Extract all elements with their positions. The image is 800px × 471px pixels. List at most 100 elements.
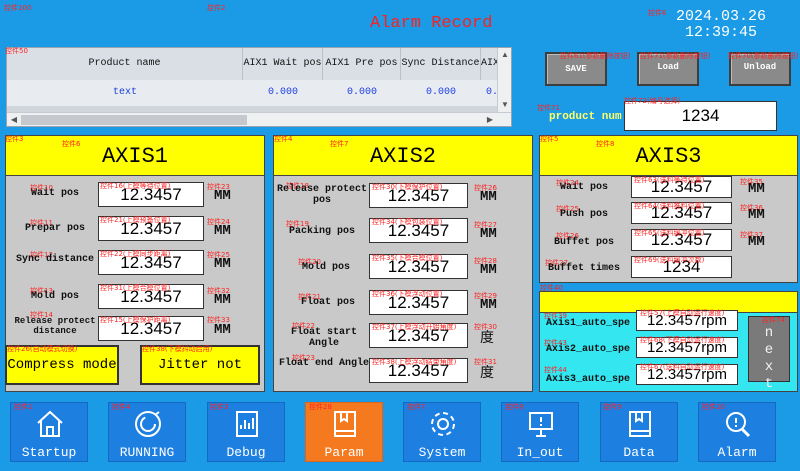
control-tag: 控件8 (505, 403, 524, 411)
nav-startup[interactable]: Startup (10, 402, 88, 462)
scroll-right-icon[interactable]: ▶ (483, 113, 497, 126)
control-tag: 控件6 (648, 9, 667, 17)
control-tag: 控件36(下模浮动位置) (372, 290, 443, 298)
book-icon (334, 411, 356, 437)
unit-label: MM (748, 234, 765, 250)
nav-label: Debug (226, 445, 266, 460)
nav-in-out[interactable]: In_out (501, 402, 579, 462)
vertical-scrollbar[interactable]: ▲ ▼ (497, 48, 511, 112)
control-tag: 控件63(送料等待位置) (634, 176, 705, 184)
home-icon (37, 410, 63, 437)
control-tag: 控件7 (330, 140, 349, 148)
float-start-angle-label: Float start Angle (290, 327, 357, 349)
wait-pos-label: Wait pos (559, 182, 608, 193)
sync-distance-label: Sync distance (15, 254, 94, 265)
nav-label: Data (623, 445, 655, 460)
column-header[interactable]: Product name (7, 48, 243, 80)
product-table[interactable]: Product name AIX1 Wait pos AIX1 Pre pos … (6, 47, 512, 127)
control-tag: 控件70(参数删除按钮) (728, 52, 799, 60)
table-row[interactable]: text 0.000 0.000 0.000 0.000 (7, 80, 511, 106)
gear-icon (431, 412, 455, 436)
control-tag: 控件67(送料自动运行速度) (640, 363, 725, 371)
product-num-label: product num (549, 111, 622, 123)
control-tag: 控件30(下模保护位置) (372, 183, 443, 191)
book-icon (629, 411, 651, 437)
table-cell: 0.000 (425, 87, 456, 98)
prepar-pos-label: Prepar pos (24, 223, 85, 234)
push-pos-label: Push pos (559, 209, 608, 220)
buffet-times-label: Buffet times (547, 263, 620, 274)
control-tag: 控件61(参数删除按钮) (560, 52, 631, 60)
float-pos-label: Float pos (300, 297, 355, 308)
control-tag: 控件16(上模等待位置) (100, 182, 171, 190)
nav-debug[interactable]: Debug (207, 402, 285, 462)
axis2-title: AXIS2 (274, 136, 532, 176)
running-icon (135, 411, 161, 437)
control-tag: 控件37(上模浮动开始角度) (372, 323, 457, 331)
date-text: 2024.03.26 (676, 8, 767, 25)
unit-label: MM (214, 223, 231, 239)
unit-label: MM (480, 226, 497, 242)
control-tag: 控件44 (544, 366, 567, 374)
control-tag: 控件4 (274, 135, 293, 143)
control-tag: 控件5 (540, 135, 559, 143)
nav-system[interactable]: System (403, 402, 481, 462)
nav-label: In_out (516, 445, 564, 460)
release-protect-pos-label: Release protect pos (276, 184, 367, 206)
control-tag: 控件22(上模同步距离) (100, 250, 171, 258)
unit-label: 度 (480, 330, 494, 346)
control-tag: 控件3 (210, 403, 229, 411)
control-tag: 控件74 (762, 316, 785, 324)
scroll-down-icon[interactable]: ▼ (498, 98, 511, 112)
nav-data[interactable]: Data (600, 402, 678, 462)
axis3-title: AXIS3 (540, 136, 797, 176)
float-end-angle-label: Float end Angle (278, 358, 369, 369)
control-tag: 控件26(自动模式切换) (7, 345, 78, 353)
wait-pos-label: Wait pos (30, 188, 79, 199)
column-header[interactable]: Sync Distance (401, 48, 481, 80)
nav-label: Alarm (717, 445, 757, 460)
control-tag: 控件40 (540, 284, 563, 292)
mold-pos-label: Mold pos (30, 291, 79, 302)
table-header: Product name AIX1 Wait pos AIX1 Pre pos … (7, 48, 511, 80)
control-tag: 控件7 (407, 403, 426, 411)
table-cell: 0.000 (267, 87, 298, 98)
control-tag: 控件57(上模自动运行速度) (640, 309, 725, 317)
page-title: Alarm Record (370, 14, 493, 33)
control-tag: 控件38(下模抖动启用) (142, 345, 213, 353)
next-button[interactable]: next (748, 316, 790, 392)
scroll-left-icon[interactable]: ◀ (7, 113, 21, 126)
time-text: 12:39:45 (685, 24, 758, 41)
table-cell: 0.000 (346, 87, 377, 98)
unit-label: MM (214, 292, 231, 308)
nav-running[interactable]: RUNNING (108, 402, 186, 462)
control-tag: 控件6 (62, 140, 81, 148)
nav-alarm[interactable]: Alarm (698, 402, 776, 462)
column-header[interactable]: AIX1 Wait pos (243, 48, 323, 80)
control-tag: 控件72(编号选择) (624, 97, 681, 105)
nav-label: System (418, 445, 466, 460)
product-num-field[interactable]: 1234 (624, 101, 777, 131)
unit-label: MM (214, 322, 231, 338)
nav-param[interactable]: Param (305, 402, 383, 462)
control-tag: 控件4 (112, 403, 131, 411)
control-tag: 控件35(下模合模位置) (372, 254, 443, 262)
scrollbar-thumb[interactable] (21, 115, 247, 125)
control-tag: 控件64(送料推料位置) (634, 202, 705, 210)
scroll-up-icon[interactable]: ▲ (498, 48, 511, 62)
control-tag: 控件31(上模合模位置) (100, 284, 171, 292)
debug-icon (236, 411, 258, 437)
horizontal-scrollbar[interactable]: ◀ ▶ (7, 112, 511, 126)
control-tag: 控件3 (5, 135, 24, 143)
control-tag: 控件71(参数删除按钮) (640, 52, 711, 60)
unit-label: MM (480, 297, 497, 313)
control-tag: 控件28 (309, 403, 332, 411)
control-tag: 控件9 (603, 403, 622, 411)
buffet-pos-label: Buffet pos (553, 237, 614, 248)
unit-label: MM (214, 256, 231, 272)
unit-label: 度 (480, 365, 494, 381)
datetime-display: 2024.03.26 12:39:45 (676, 9, 766, 41)
axis1-auto-speed-label: Axis1_auto_spe (545, 318, 630, 329)
column-header[interactable]: AIX1 Pre pos (323, 48, 401, 80)
unit-label: MM (214, 188, 231, 204)
